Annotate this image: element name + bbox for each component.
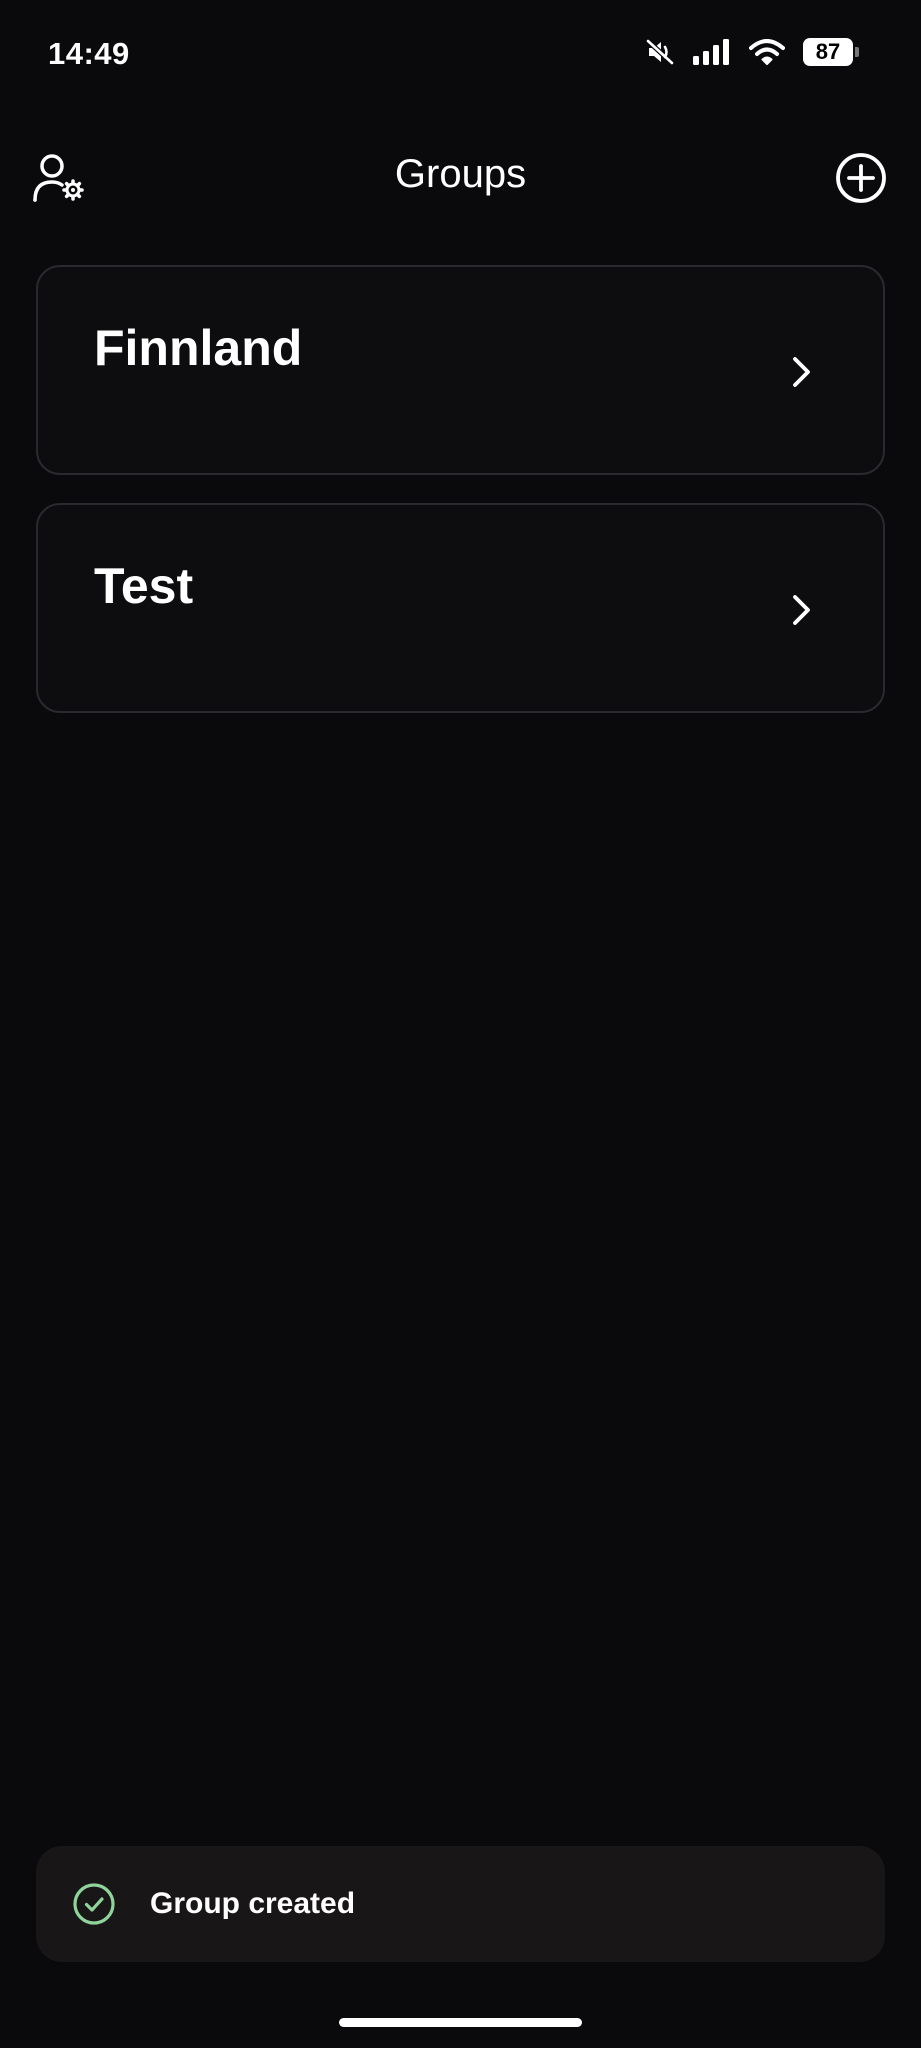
chevron-right-icon xyxy=(791,355,813,394)
toast-notification: Group created xyxy=(36,1846,885,1962)
status-bar: 14:49 87 xyxy=(0,0,921,110)
check-circle-icon xyxy=(72,1882,116,1926)
group-name: Test xyxy=(94,558,194,614)
page-title: Groups xyxy=(394,152,527,196)
battery-icon: 87 xyxy=(803,38,859,66)
home-indicator[interactable] xyxy=(339,2018,582,2027)
status-time: 14:49 xyxy=(48,36,130,71)
chevron-right-icon xyxy=(791,593,813,632)
add-circle-icon xyxy=(835,152,887,209)
group-card-test[interactable]: Test xyxy=(36,503,885,713)
toast-message: Group created xyxy=(150,1887,356,1920)
group-list: Finnland Test xyxy=(36,265,885,741)
battery-level: 87 xyxy=(803,38,853,66)
group-name: Finnland xyxy=(94,320,303,376)
cellular-signal-icon xyxy=(693,39,731,65)
mute-icon xyxy=(645,38,675,66)
wifi-icon xyxy=(749,38,785,66)
group-card-finnland[interactable]: Finnland xyxy=(36,265,885,475)
add-group-button[interactable] xyxy=(831,150,891,210)
status-icons: 87 xyxy=(645,38,859,66)
header: Groups xyxy=(0,140,921,220)
